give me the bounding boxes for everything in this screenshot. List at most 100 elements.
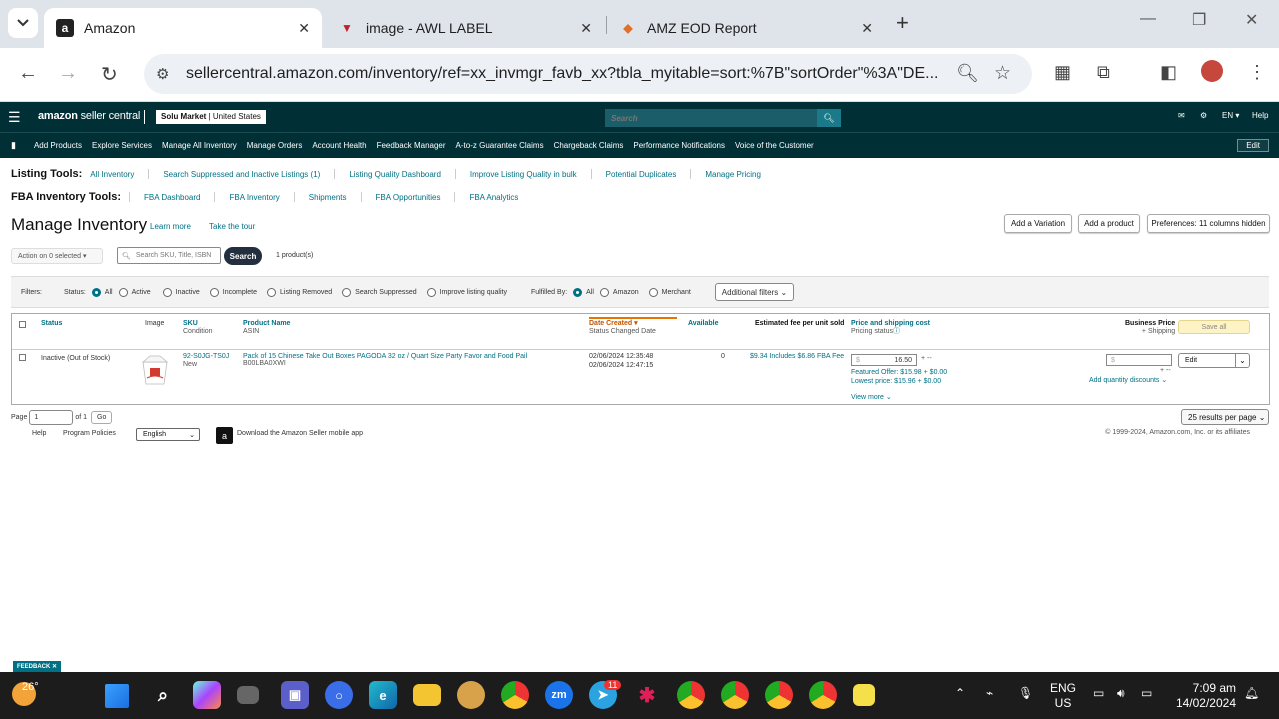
download-app-link[interactable]: Download the Amazon Seller mobile app [237,430,363,437]
program-policies-link[interactable]: Program Policies [63,430,116,437]
close-tab-icon[interactable]: ✕ [580,20,592,37]
chat-icon[interactable]: ○ [325,681,353,709]
language-selector[interactable]: EN ▾ [1222,111,1239,120]
chrome-profile-icon[interactable] [677,681,705,709]
volume-icon[interactable]: 🔊︎ [1117,686,1125,701]
status-inactive-radio[interactable] [162,287,172,297]
bulk-action-select[interactable]: Action on 0 selected ▾ [11,248,103,264]
copilot-icon[interactable] [193,681,221,709]
side-panel-icon[interactable]: ◧ [1160,62,1177,83]
clock[interactable]: 7:09 am 14/02/2024 [1172,681,1236,711]
price-input[interactable]: $16.50 [851,354,917,366]
hamburger-menu-icon[interactable]: ☰ [8,109,21,126]
bookmark-star-icon[interactable]: ☆ [994,62,1011,85]
app-icon[interactable] [457,681,485,709]
results-per-page-select[interactable]: 25 results per page ⌄ [1181,409,1269,425]
tab-amz-eod-report[interactable]: ◆ AMZ EOD Report ✕ [607,8,885,48]
lowest-price[interactable]: Lowest price: $15.96 + $0.00 [851,377,941,386]
wifi-icon[interactable]: ▭ [1093,686,1104,700]
link-listing-quality-dashboard[interactable]: Listing Quality Dashboard [349,170,441,179]
link-fba-analytics[interactable]: FBA Analytics [469,193,518,202]
go-button[interactable]: Go [91,411,113,424]
nav-manage-all-inventory[interactable]: Manage All Inventory [162,141,237,150]
mic-icon[interactable]: 🎙︎ [1018,686,1033,700]
new-tab-icon[interactable]: + [896,10,909,36]
chrome-profile-icon[interactable] [809,681,837,709]
url-bar[interactable]: ⚙ sellercentral.amazon.com/inventory/ref… [144,54,1032,94]
slack-icon[interactable]: ✱ [633,681,661,709]
select-all-checkbox[interactable] [19,321,26,328]
chrome-icon[interactable] [501,681,529,709]
chrome-profile-icon[interactable] [765,681,793,709]
take-tour-link[interactable]: Take the tour [209,222,255,231]
col-sku[interactable]: SKU [183,320,213,328]
footer-help-link[interactable]: Help [32,430,46,437]
col-status[interactable]: Status [41,320,62,328]
link-improve-listing-quality[interactable]: Improve Listing Quality in bulk [470,170,577,179]
link-fba-inventory[interactable]: FBA Inventory [229,193,279,202]
battery-icon[interactable]: ▭ [1141,686,1152,700]
nav-account-health[interactable]: Account Health [312,141,366,150]
nav-add-products[interactable]: Add Products [34,141,82,150]
link-shipments[interactable]: Shipments [309,193,347,202]
col-price[interactable]: Price and shipping cost [851,320,930,328]
nav-feedback-manager[interactable]: Feedback Manager [377,141,446,150]
search-button[interactable]: Search [224,247,262,265]
seller-central-logo[interactable]: amazon seller central [38,110,140,122]
settings-gear-icon[interactable]: ⚙ [1200,111,1207,120]
add-variation-button[interactable]: Add a Variation [1004,214,1072,233]
notifications-bell-icon[interactable]: 🔔︎ [1244,686,1259,700]
help-link[interactable]: Help [1252,111,1268,120]
info-icon[interactable]: ⓘ [893,328,900,335]
close-window-icon[interactable]: ✕ [1245,10,1258,30]
input-language[interactable]: ENG US [1050,681,1076,711]
nav-atoz-claims[interactable]: A-to-z Guarantee Claims [456,141,544,150]
featured-offer[interactable]: Featured Offer: $15.98 + $0.00 [851,368,947,377]
task-view-icon[interactable] [237,686,259,704]
nav-performance-notifications[interactable]: Performance Notifications [633,141,725,150]
zoom-search-icon[interactable]: 🔍︎ [956,63,979,84]
edit-label[interactable]: Edit [1179,357,1235,364]
page-input[interactable]: 1 [29,410,74,425]
site-settings-icon[interactable]: ⚙ [156,65,169,83]
fulfilled-merchant-radio[interactable] [648,287,658,297]
col-date-created[interactable]: Date Created ▾ [589,320,677,328]
fulfilled-amazon-radio[interactable] [599,287,609,297]
nav-edit-button[interactable]: Edit [1237,139,1269,152]
mobile-app-icon[interactable]: a [216,427,233,444]
link-potential-duplicates[interactable]: Potential Duplicates [606,170,677,179]
row-est-fee[interactable]: $9.34 Includes $6.86 FBA Fee [750,352,844,361]
nav-explore-services[interactable]: Explore Services [92,141,152,150]
chevron-down-icon[interactable]: ⌄ [1235,354,1249,367]
nav-voice-of-customer[interactable]: Voice of the Customer [735,141,814,150]
reload-icon[interactable]: ↻ [101,62,118,87]
status-listing-removed-radio[interactable] [267,287,277,297]
edge-icon[interactable]: e [369,681,397,709]
col-product-name[interactable]: Product Name [243,320,290,328]
learn-more-link[interactable]: Learn more [150,222,191,231]
profile-avatar[interactable] [1201,60,1223,82]
restore-icon[interactable]: ❐ [1192,10,1206,30]
link-fba-dashboard[interactable]: FBA Dashboard [144,193,200,202]
product-thumbnail[interactable] [138,354,172,386]
start-windows-icon[interactable] [105,684,129,708]
qr-code-icon[interactable]: ▦ [1054,62,1071,83]
status-improve-quality-radio[interactable] [426,287,436,297]
teams-icon[interactable]: ▣ [281,681,309,709]
network-icon[interactable]: ⌁ [986,686,993,700]
extensions-icon[interactable]: ⧉ [1097,62,1110,83]
mail-icon[interactable]: ✉ [1178,111,1185,120]
preferences-button[interactable]: Preferences: 11 columns hidden [1147,214,1270,233]
business-price-input[interactable]: $ [1106,354,1172,366]
close-tab-icon[interactable]: ✕ [298,20,310,37]
add-product-button[interactable]: Add a product [1078,214,1140,233]
status-active-radio[interactable] [118,287,128,297]
file-explorer-icon[interactable] [413,684,441,706]
status-incomplete-radio[interactable] [209,287,219,297]
row-edit-dropdown[interactable]: Edit ⌄ [1178,353,1250,368]
status-all-radio[interactable] [91,287,101,297]
tab-awl-label[interactable]: ▼ image - AWL LABEL ✕ [326,8,604,48]
close-tab-icon[interactable]: ✕ [861,20,873,37]
sticky-notes-icon[interactable] [853,684,875,706]
link-fba-opportunities[interactable]: FBA Opportunities [376,193,441,202]
